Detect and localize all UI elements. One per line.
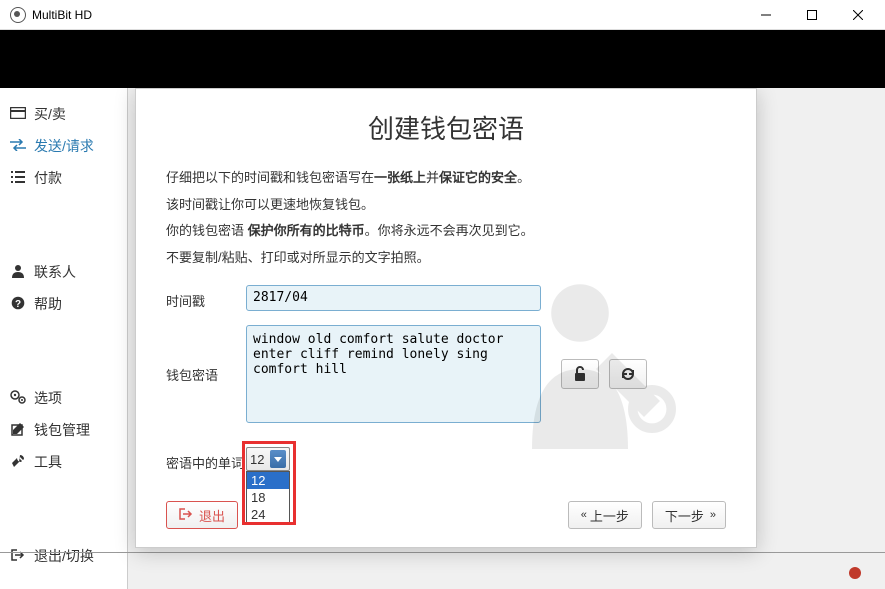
- word-count-select[interactable]: 12: [246, 447, 290, 471]
- sidebar-item-label: 联系人: [34, 262, 76, 282]
- next-button[interactable]: 下一步 »: [652, 501, 726, 529]
- seed-textarea[interactable]: window old comfort salute doctor enter c…: [246, 325, 541, 423]
- modal-instruction-4: 不要复制/粘贴、打印或对所显示的文字拍照。: [166, 246, 726, 271]
- sidebar-item-label: 发送/请求: [34, 136, 94, 156]
- sidebar-item-label: 选项: [34, 388, 62, 408]
- app-icon: [10, 7, 26, 23]
- refresh-icon: [620, 367, 636, 381]
- svg-text:?: ?: [15, 299, 21, 310]
- sidebar-item-label: 买/卖: [34, 104, 66, 124]
- edit-icon: [10, 422, 26, 439]
- exit-button-label: 退出: [199, 506, 225, 525]
- sidebar-item-contacts[interactable]: 联系人: [0, 256, 127, 288]
- sidebar-item-send-request[interactable]: 发送/请求: [0, 130, 127, 162]
- sidebar-item-wallet-manage[interactable]: 钱包管理: [0, 414, 127, 446]
- sidebar-item-exit[interactable]: 退出/切换: [0, 540, 127, 572]
- window-titlebar: MultiBit HD: [0, 0, 885, 30]
- maximize-button[interactable]: [789, 0, 835, 30]
- modal-instruction-2: 该时间戳让你可以更速地恢复钱包。: [166, 193, 726, 218]
- prev-button-label: 上一步: [590, 506, 629, 525]
- wrench-icon: [10, 454, 26, 471]
- close-button[interactable]: [835, 0, 881, 30]
- word-count-option-18[interactable]: 18: [247, 489, 289, 506]
- sidebar-item-buy-sell[interactable]: 买/卖: [0, 98, 127, 130]
- transfer-icon: [10, 138, 26, 154]
- question-icon: ?: [10, 296, 26, 313]
- word-count-label: 密语中的单词: [166, 447, 246, 472]
- window-title: MultiBit HD: [32, 8, 92, 22]
- sidebar-item-payments[interactable]: 付款: [0, 162, 127, 194]
- modal-instruction-1: 仔细把以下的时间戳和钱包密语写在一张纸上并保证它的安全。: [166, 166, 726, 191]
- create-wallet-modal: 创建钱包密语 仔细把以下的时间戳和钱包密语写在一张纸上并保证它的安全。 该时间戳…: [135, 88, 757, 548]
- sign-out-icon: [10, 548, 26, 565]
- list-icon: [10, 170, 26, 186]
- seed-label: 钱包密语: [166, 325, 246, 384]
- sidebar-item-label: 工具: [34, 452, 62, 472]
- sidebar-item-options[interactable]: 选项: [0, 382, 127, 414]
- sign-out-icon: [179, 508, 193, 523]
- sidebar-item-label: 帮助: [34, 294, 62, 314]
- statusbar-border: [0, 552, 885, 553]
- exit-button[interactable]: 退出: [166, 501, 238, 529]
- word-count-value: 12: [250, 452, 264, 467]
- refresh-button[interactable]: [609, 359, 647, 389]
- credit-card-icon: [10, 106, 26, 122]
- next-button-label: 下一步: [665, 506, 704, 525]
- chevron-left-icon: «: [581, 509, 584, 521]
- modal-instruction-3: 你的钱包密语 保护你所有的比特币。你将永远不会再次见到它。: [166, 219, 726, 244]
- word-count-option-24[interactable]: 24: [247, 506, 289, 523]
- gears-icon: [10, 390, 26, 407]
- prev-button[interactable]: « 上一步: [568, 501, 642, 529]
- modal-title: 创建钱包密语: [166, 109, 726, 146]
- sidebar-item-label: 退出/切换: [34, 546, 94, 566]
- timestamp-input[interactable]: [246, 285, 541, 311]
- chevron-right-icon: »: [710, 509, 713, 521]
- word-count-dropdown: 12 18 24: [246, 471, 290, 524]
- sidebar-item-label: 钱包管理: [34, 420, 90, 440]
- sidebar-item-label: 付款: [34, 168, 62, 188]
- word-count-option-12[interactable]: 12: [247, 472, 289, 489]
- minimize-button[interactable]: [743, 0, 789, 30]
- sidebar: 买/卖 发送/请求 付款 联系人 ? 帮助: [0, 88, 128, 589]
- lock-button[interactable]: [561, 359, 599, 389]
- sidebar-item-tools[interactable]: 工具: [0, 446, 127, 478]
- timestamp-label: 时间戳: [166, 285, 246, 310]
- header-strip: [0, 30, 885, 88]
- chevron-down-icon: [270, 450, 286, 468]
- sidebar-item-help[interactable]: ? 帮助: [0, 288, 127, 320]
- person-icon: [10, 264, 26, 281]
- unlock-icon: [573, 366, 587, 382]
- status-dot: [849, 567, 861, 579]
